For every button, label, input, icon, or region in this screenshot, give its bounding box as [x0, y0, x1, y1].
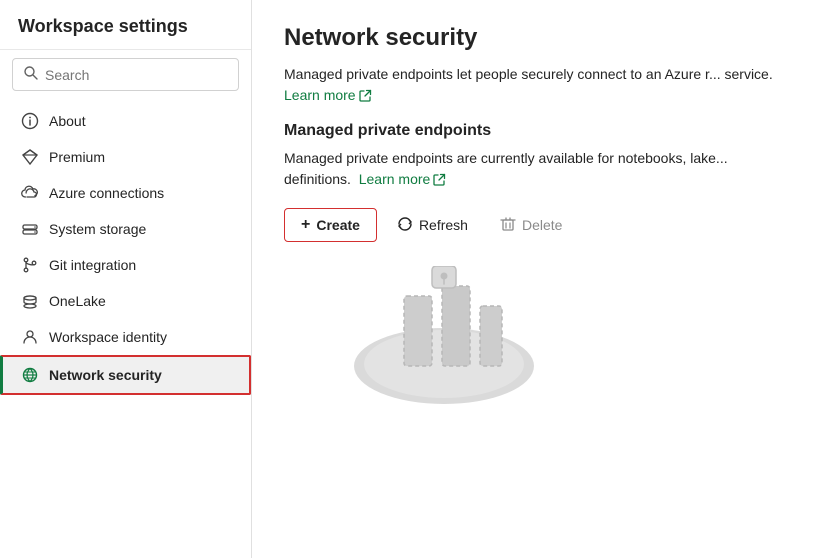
onelake-icon: [21, 292, 39, 310]
section-title: Managed private endpoints: [284, 122, 789, 140]
delete-button[interactable]: Delete: [488, 209, 574, 242]
sidebar-item-workspace-identity[interactable]: Workspace identity: [0, 319, 251, 355]
nav-list: About Premium Azure connec: [0, 99, 251, 558]
storage-icon: [21, 220, 39, 238]
page-title: Network security: [284, 24, 789, 52]
network-icon: [21, 366, 39, 384]
section-desc-text: Managed private endpoints are currently …: [284, 148, 789, 190]
sidebar-title: Workspace settings: [0, 0, 251, 50]
search-box[interactable]: [12, 58, 239, 91]
sidebar-item-onelake[interactable]: OneLake: [0, 283, 251, 319]
sidebar-item-label: OneLake: [49, 293, 106, 309]
refresh-button[interactable]: Refresh: [385, 209, 480, 242]
refresh-icon: [397, 216, 413, 235]
trash-icon: [500, 216, 516, 235]
info-icon: [21, 112, 39, 130]
main-content: Network security Managed private endpoin…: [252, 0, 821, 558]
sidebar-item-label: Azure connections: [49, 185, 164, 201]
sidebar: Workspace settings About: [0, 0, 252, 558]
external-link-icon: [359, 89, 372, 102]
diamond-icon: [21, 148, 39, 166]
sidebar-item-system-storage[interactable]: System storage: [0, 211, 251, 247]
plus-icon: +: [301, 216, 310, 234]
sidebar-item-label: Network security: [49, 367, 162, 383]
description-text: Managed private endpoints let people sec…: [284, 64, 789, 106]
create-button[interactable]: + Create: [284, 208, 377, 242]
search-icon: [23, 65, 39, 84]
sidebar-item-label: Premium: [49, 149, 105, 165]
sidebar-item-label: About: [49, 113, 86, 129]
sidebar-item-label: Git integration: [49, 257, 136, 273]
toolbar: + Create Refresh: [284, 208, 789, 242]
illustration-svg: [344, 266, 544, 406]
learn-more-link-2[interactable]: Learn more: [359, 169, 447, 190]
sidebar-item-git-integration[interactable]: Git integration: [0, 247, 251, 283]
external-link-icon-2: [433, 173, 446, 186]
identity-icon: [21, 328, 39, 346]
sidebar-item-network-security[interactable]: Network security: [0, 355, 251, 395]
sidebar-item-azure-connections[interactable]: Azure connections: [0, 175, 251, 211]
illustration-area: [284, 266, 789, 406]
git-icon: [21, 256, 39, 274]
learn-more-link-1[interactable]: Learn more: [284, 85, 372, 106]
sidebar-item-label: System storage: [49, 221, 146, 237]
sidebar-item-label: Workspace identity: [49, 329, 167, 345]
sidebar-item-premium[interactable]: Premium: [0, 139, 251, 175]
sidebar-item-about[interactable]: About: [0, 103, 251, 139]
cloud-icon: [21, 184, 39, 202]
search-input[interactable]: [45, 67, 228, 83]
